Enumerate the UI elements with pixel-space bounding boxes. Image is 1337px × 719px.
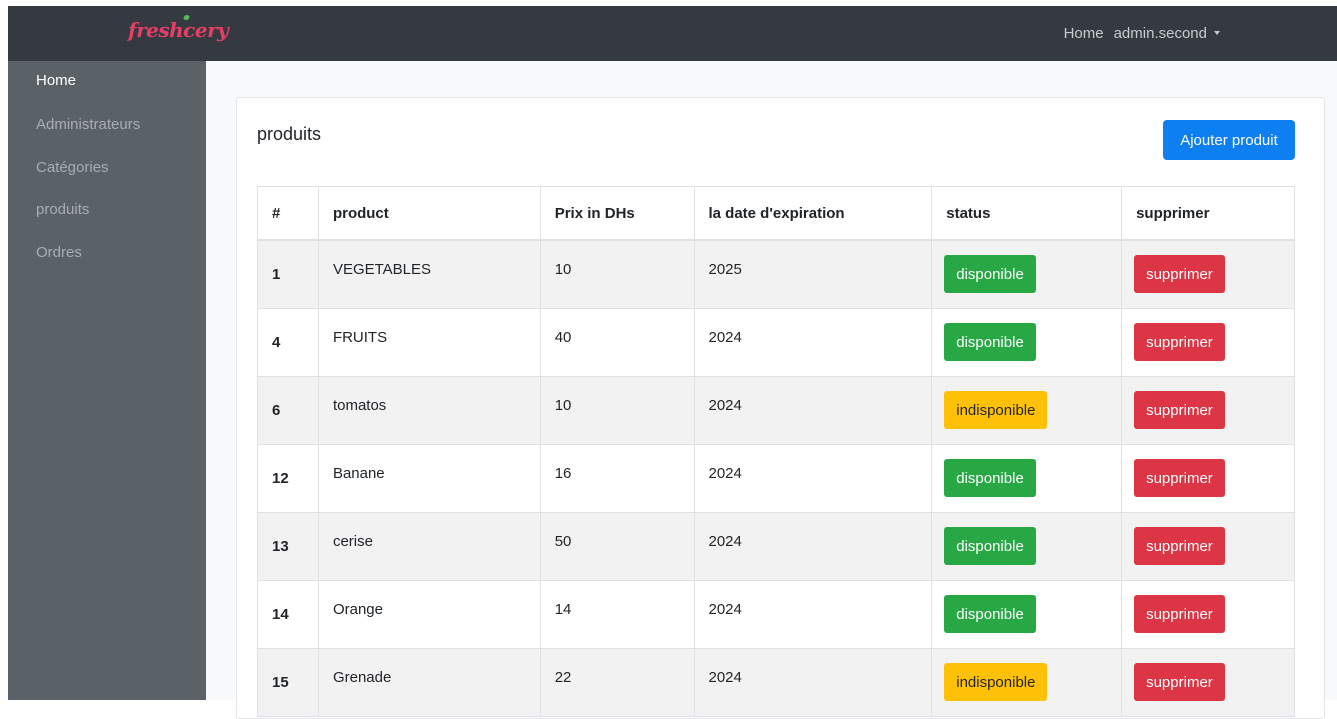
row-delete-cell: supprimer [1121, 307, 1295, 377]
row-delete-cell: supprimer [1121, 579, 1295, 649]
products-card: produits Ajouter produit # product Prix … [236, 97, 1325, 719]
column-header-product: product [317, 186, 541, 241]
sidebar-item-produits[interactable]: produits [36, 201, 89, 218]
nav-home-link[interactable]: Home [1064, 25, 1104, 42]
column-header-price: Prix in DHs [539, 186, 695, 241]
row-expiration: 2024 [693, 647, 933, 717]
table-row: 12 Banane 16 2024 disponible supprimer [257, 443, 1295, 513]
row-expiration: 2024 [693, 307, 933, 377]
products-table: # product Prix in DHs la date d'expirati… [257, 186, 1295, 717]
row-delete-cell: supprimer [1121, 443, 1295, 513]
row-price: 16 [539, 443, 695, 513]
row-status-cell: indisponible [931, 647, 1123, 717]
column-header-delete: supprimer [1121, 186, 1295, 241]
row-status-cell: indisponible [931, 375, 1123, 445]
row-delete-cell: supprimer [1121, 511, 1295, 581]
row-product: VEGETABLES [317, 239, 541, 309]
delete-button[interactable]: supprimer [1134, 663, 1225, 701]
row-status-cell: disponible [931, 511, 1123, 581]
row-expiration: 2024 [693, 443, 933, 513]
table-header-row: # product Prix in DHs la date d'expirati… [257, 186, 1295, 241]
caret-down-icon [1214, 31, 1220, 35]
row-product: cerise [317, 511, 541, 581]
sidebar-item-administrateurs[interactable]: Administrateurs [36, 116, 140, 133]
row-product: tomatos [317, 375, 541, 445]
row-product: FRUITS [317, 307, 541, 377]
row-product: Banane [317, 443, 541, 513]
sidebar-item-categories[interactable]: Catégories [36, 159, 109, 176]
row-id: 13 [257, 511, 319, 581]
delete-button[interactable]: supprimer [1134, 391, 1225, 429]
row-product: Grenade [317, 647, 541, 717]
row-expiration: 2025 [693, 239, 933, 309]
row-status-cell: disponible [931, 579, 1123, 649]
page-title: produits [257, 124, 322, 144]
status-button[interactable]: indisponible [944, 391, 1048, 429]
brand-logo[interactable]: freshcery [128, 18, 229, 42]
row-delete-cell: supprimer [1121, 375, 1295, 445]
sidebar-item-home[interactable]: Home [36, 72, 76, 89]
row-id: 15 [257, 647, 319, 717]
row-id: 4 [257, 307, 319, 377]
table-row: 1 VEGETABLES 10 2025 disponible supprime… [257, 239, 1295, 309]
status-button[interactable]: disponible [944, 595, 1036, 633]
table-row: 14 Orange 14 2024 disponible supprimer [257, 579, 1295, 649]
row-product: Orange [317, 579, 541, 649]
sidebar-item-ordres[interactable]: Ordres [36, 244, 82, 261]
row-status-cell: disponible [931, 307, 1123, 377]
user-menu-toggle[interactable]: admin.second [1114, 25, 1220, 42]
row-status-cell: disponible [931, 443, 1123, 513]
row-expiration: 2024 [693, 511, 933, 581]
status-button[interactable]: disponible [944, 459, 1036, 497]
row-price: 40 [539, 307, 695, 377]
row-delete-cell: supprimer [1121, 647, 1295, 717]
status-button[interactable]: disponible [944, 255, 1036, 294]
row-price: 10 [539, 375, 695, 445]
row-expiration: 2024 [693, 579, 933, 649]
top-navbar: freshcery Home admin.second [8, 6, 1337, 61]
column-header-id: # [257, 186, 319, 241]
status-button[interactable]: disponible [944, 323, 1036, 361]
row-id: 14 [257, 579, 319, 649]
sidebar: Home Administrateurs Catégories produits… [8, 61, 206, 700]
delete-button[interactable]: supprimer [1134, 527, 1225, 565]
row-price: 50 [539, 511, 695, 581]
table-row: 13 cerise 50 2024 disponible supprimer [257, 511, 1295, 581]
row-expiration: 2024 [693, 375, 933, 445]
delete-button[interactable]: supprimer [1134, 459, 1225, 497]
column-header-status: status [931, 186, 1123, 241]
main-content: produits Ajouter produit # product Prix … [206, 61, 1337, 719]
table-row: 4 FRUITS 40 2024 disponible supprimer [257, 307, 1295, 377]
delete-button[interactable]: supprimer [1134, 595, 1225, 633]
user-name: admin.second [1113, 25, 1207, 42]
row-price: 10 [539, 239, 695, 309]
table-row: 15 Grenade 22 2024 indisponible supprime… [257, 647, 1295, 717]
delete-button[interactable]: supprimer [1134, 255, 1225, 294]
row-id: 6 [257, 375, 319, 445]
status-button[interactable]: indisponible [944, 663, 1048, 701]
add-product-button[interactable]: Ajouter produit [1163, 120, 1295, 160]
row-id: 12 [257, 443, 319, 513]
row-price: 14 [539, 579, 695, 649]
row-id: 1 [257, 239, 319, 309]
navbar-links: Home admin.second [1064, 25, 1220, 42]
row-price: 22 [539, 647, 695, 717]
row-status-cell: disponible [931, 239, 1123, 309]
status-button[interactable]: disponible [944, 527, 1036, 565]
delete-button[interactable]: supprimer [1134, 323, 1225, 361]
row-delete-cell: supprimer [1121, 239, 1295, 309]
table-row: 6 tomatos 10 2024 indisponible supprimer [257, 375, 1295, 445]
column-header-expiration: la date d'expiration [693, 186, 933, 241]
